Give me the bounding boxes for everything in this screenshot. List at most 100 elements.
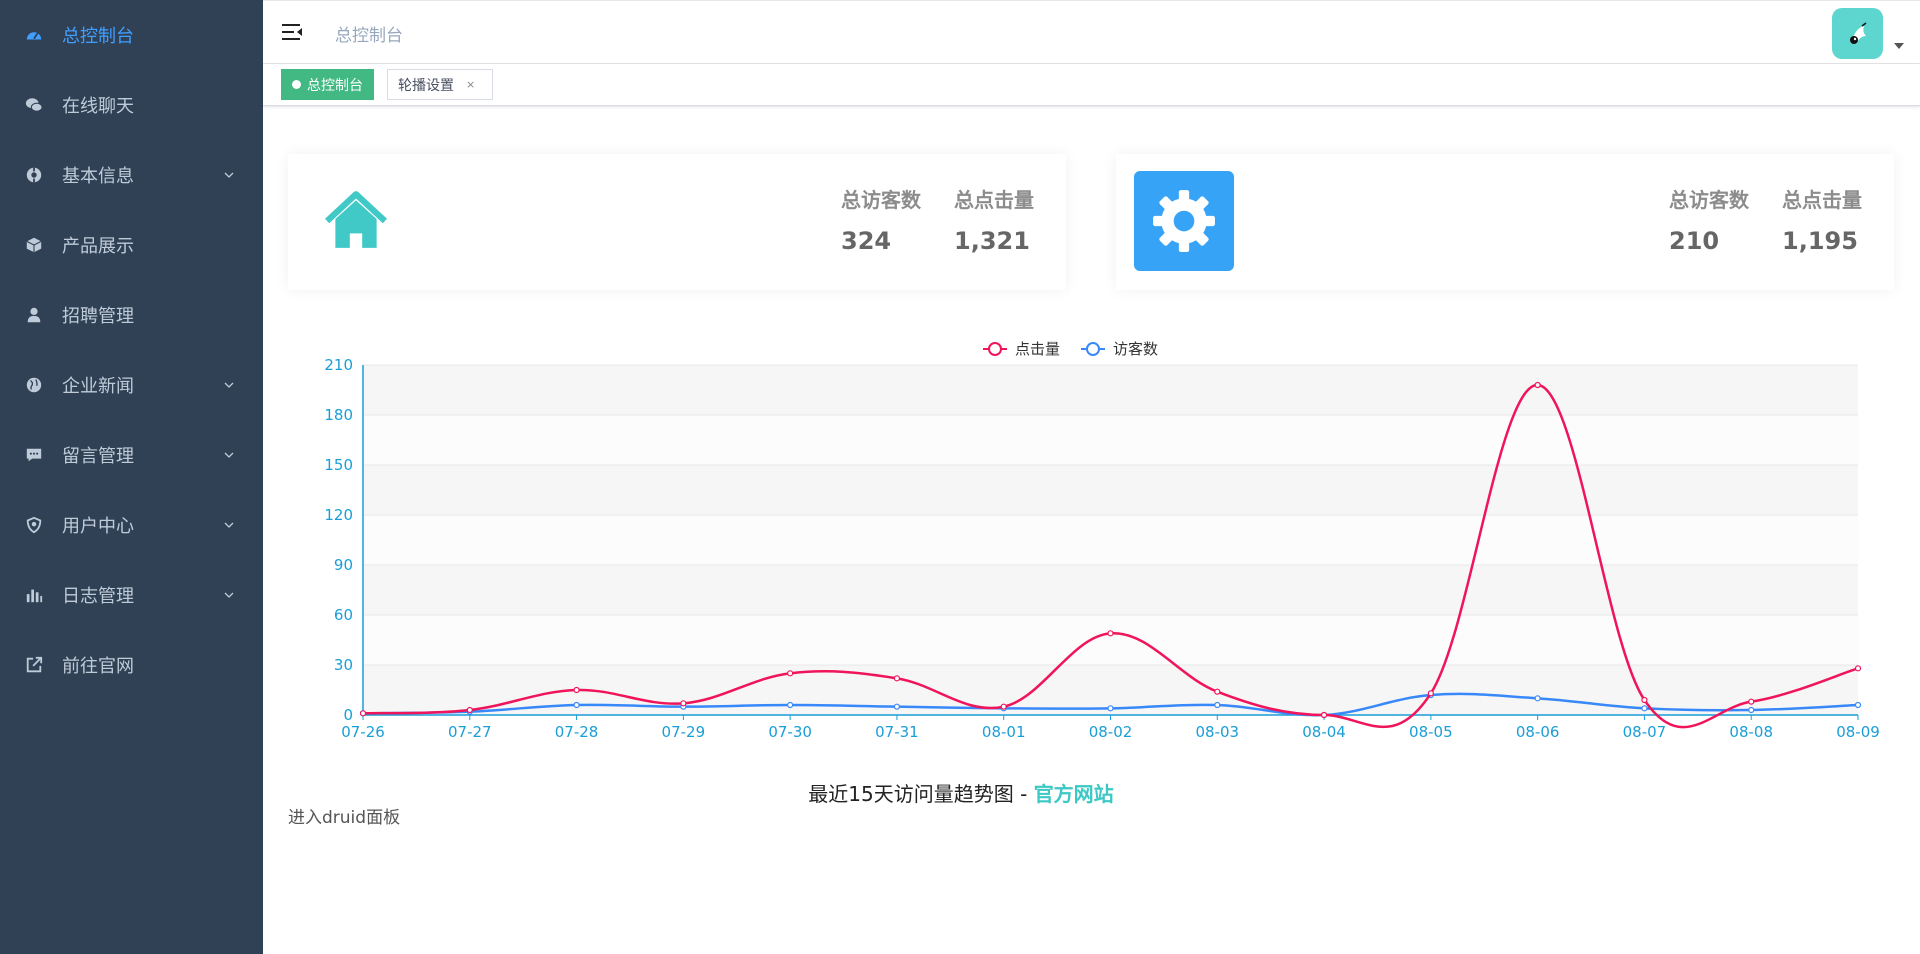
data-point <box>893 675 901 682</box>
gear-icon <box>1153 190 1215 252</box>
x-tick-label: 07-31 <box>875 723 919 741</box>
stat-visitors: 总访客数 324 <box>841 184 921 255</box>
caret-down-icon[interactable] <box>1894 43 1904 49</box>
sidebar-item-label: 产品展示 <box>62 236 134 257</box>
y-tick-label: 210 <box>324 356 353 374</box>
sidebar-item-products[interactable]: 产品展示 <box>0 210 263 280</box>
x-tick-label: 07-27 <box>448 723 492 741</box>
y-tick-label: 150 <box>324 456 353 474</box>
chart-caption-text: 最近15天访问量趋势图 - <box>808 782 1034 806</box>
sidebar-item-logs[interactable]: 日志管理 <box>0 560 263 630</box>
chat-icon <box>24 95 44 115</box>
stat-value: 324 <box>841 227 892 255</box>
x-tick-label: 07-28 <box>555 723 599 741</box>
official-site-link[interactable]: 官方网站 <box>1034 782 1114 806</box>
data-point <box>1641 705 1648 712</box>
info-icon <box>24 165 44 185</box>
visit-trend-chart[interactable]: 0 30 60 90 120 150 180 210 07-26 07-27 07-28 07-29 0… <box>263 320 1920 750</box>
legend-marker <box>988 342 1002 356</box>
data-point <box>1641 696 1648 704</box>
grid-band <box>363 565 1858 615</box>
globe-icon <box>24 375 44 395</box>
sidebar-item-messages[interactable]: 留言管理 <box>0 420 263 490</box>
data-point <box>1854 701 1862 709</box>
data-point <box>1107 705 1114 712</box>
active-dot-icon <box>292 80 301 89</box>
tag-dashboard[interactable]: 总控制台 <box>281 69 374 100</box>
x-tick-label: 08-09 <box>1836 723 1880 741</box>
chevron-down-icon <box>224 172 234 178</box>
dashboard-icon <box>24 25 44 45</box>
external-link-icon <box>24 655 44 675</box>
data-point <box>1214 688 1221 695</box>
chevron-down-icon <box>224 522 234 528</box>
data-point <box>1748 706 1755 714</box>
panel-group-2[interactable]: 总访客数 210 总点击量 1,195 <box>1116 154 1894 290</box>
x-tick-label: 08-01 <box>982 723 1026 741</box>
data-point <box>787 670 794 677</box>
data-point <box>680 700 687 707</box>
breadcrumb[interactable]: 总控制台 <box>335 21 403 46</box>
stat-visitors: 总访客数 210 <box>1669 184 1749 255</box>
legend-marker <box>1086 342 1100 356</box>
chevron-down-icon <box>224 592 234 598</box>
sidebar-item-label: 招聘管理 <box>62 306 134 327</box>
stat-value: 210 <box>1669 227 1720 255</box>
y-tick-label: 30 <box>334 656 353 674</box>
data-point <box>893 703 901 710</box>
sidebar-item-label: 日志管理 <box>62 586 134 607</box>
line-chart: 0 30 60 90 120 150 180 210 07-26 07-27 07-28 07-29 0… <box>324 340 1880 741</box>
sidebar-item-chat[interactable]: 在线聊天 <box>0 70 263 140</box>
stat-label: 总访客数 <box>841 188 921 212</box>
hamburger-icon[interactable] <box>281 21 303 43</box>
y-tick-label: 60 <box>334 606 353 624</box>
data-point <box>573 701 580 709</box>
x-tick-label: 07-29 <box>662 723 706 741</box>
avatar[interactable] <box>1832 8 1883 59</box>
stat-value: 1,195 <box>1782 227 1858 255</box>
data-point <box>1427 690 1434 697</box>
x-tick-label: 08-06 <box>1516 723 1560 741</box>
sidebar-item-recruitment[interactable]: 招聘管理 <box>0 280 263 350</box>
data-point <box>1534 695 1541 702</box>
sidebar-item-official-site[interactable]: 前往官网 <box>0 630 263 700</box>
close-icon[interactable]: × <box>466 78 475 91</box>
x-tick-label: 08-05 <box>1409 723 1453 741</box>
x-tick-label: 08-02 <box>1089 723 1133 741</box>
sidebar-item-dashboard[interactable]: 总控制台 <box>0 0 263 70</box>
message-icon <box>24 445 44 465</box>
y-tick-label: 120 <box>324 506 353 524</box>
tag-label: 总控制台 <box>307 77 363 94</box>
data-point <box>787 701 794 709</box>
panel-icon <box>1134 171 1234 271</box>
data-point <box>1000 703 1007 710</box>
sidebar-item-label: 企业新闻 <box>62 376 134 397</box>
sidebar-item-label: 前往官网 <box>62 656 134 677</box>
tag-carousel-settings[interactable]: 轮播设置 × <box>387 69 493 100</box>
x-tick-label: 08-08 <box>1729 723 1773 741</box>
sidebar-item-news[interactable]: 企业新闻 <box>0 350 263 420</box>
stat-label: 总访客数 <box>1669 188 1749 212</box>
x-tick-label: 07-26 <box>341 723 385 741</box>
sidebar: 总控制台 在线聊天 基本信息 产品展示 招聘管理 企业新闻 留言管理 用户中心 … <box>0 0 263 954</box>
sidebar-item-basic-info[interactable]: 基本信息 <box>0 140 263 210</box>
grid-band <box>363 515 1858 565</box>
shield-icon <box>24 515 44 535</box>
home-icon <box>325 191 387 248</box>
druid-panel-link[interactable]: 进入druid面板 <box>288 803 400 828</box>
app-root: 总控制台 在线聊天 基本信息 产品展示 招聘管理 企业新闻 留言管理 用户中心 … <box>0 0 1920 954</box>
sidebar-item-label: 留言管理 <box>62 446 134 467</box>
panel-group-1[interactable]: 总访客数 324 总点击量 1,321 <box>288 154 1066 290</box>
stat-value: 1,321 <box>954 227 1030 255</box>
x-tick-label: 08-03 <box>1195 723 1239 741</box>
grid-band <box>363 365 1858 415</box>
tags-view: 总控制台 轮播设置 × <box>263 64 1920 106</box>
box-icon <box>24 235 44 255</box>
data-point <box>573 686 580 694</box>
sidebar-item-label: 总控制台 <box>62 26 134 47</box>
panel-icon <box>306 171 406 271</box>
x-tick-label: 08-07 <box>1623 723 1667 741</box>
sidebar-item-user-center[interactable]: 用户中心 <box>0 490 263 560</box>
grid-band <box>363 415 1858 465</box>
y-tick-label: 180 <box>324 406 353 424</box>
